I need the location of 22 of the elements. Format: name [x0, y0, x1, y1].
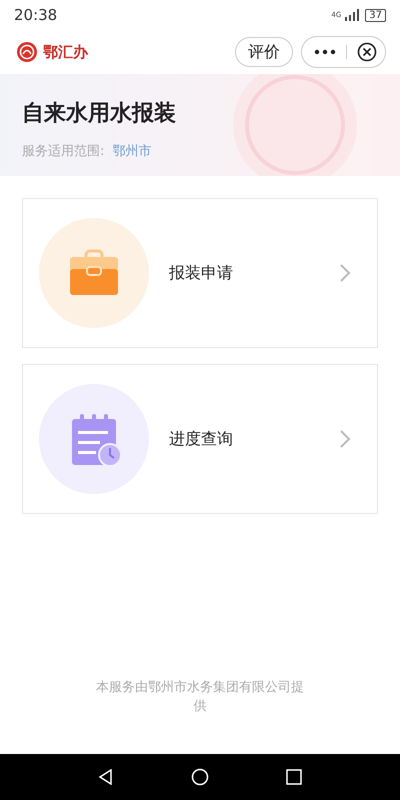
more-icon[interactable]: [314, 49, 336, 55]
chevron-right-icon: [339, 429, 351, 449]
app-name: 鄂汇办: [43, 42, 88, 62]
service-card[interactable]: 进度查询: [22, 364, 378, 514]
page-title: 自来水用水报装: [22, 100, 177, 128]
battery-indicator: 37: [365, 8, 386, 22]
home-icon[interactable]: [190, 768, 209, 786]
logo-icon: [16, 41, 38, 63]
chevron-right-icon: [339, 263, 351, 283]
scope-label: 服务适用范围:: [22, 143, 104, 160]
card-label: 进度查询: [169, 428, 234, 450]
scope-value: 鄂州市: [112, 143, 152, 160]
status-time: 20:38: [14, 6, 58, 24]
close-icon[interactable]: [357, 42, 377, 62]
back-icon[interactable]: [98, 769, 114, 785]
card-label: 报装申请: [169, 262, 234, 284]
service-card[interactable]: 报装申请: [22, 198, 378, 348]
signal-icon: [345, 9, 362, 21]
recents-icon[interactable]: [286, 769, 302, 785]
footer-note: 本服务由鄂州市水务集团有限公司提供: [95, 679, 305, 716]
rate-button[interactable]: 评价: [235, 37, 293, 67]
seal-watermark-icon: [230, 74, 360, 176]
